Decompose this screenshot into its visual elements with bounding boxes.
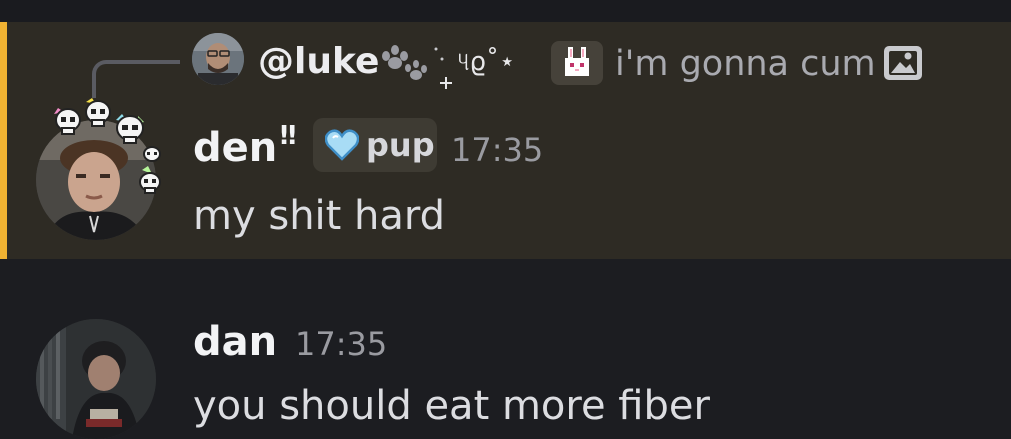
author-name-dan[interactable]: dan bbox=[193, 316, 277, 368]
avatar-den[interactable] bbox=[28, 98, 170, 246]
server-tag-label: pup bbox=[366, 126, 435, 164]
reply-deco-glyphs: ୳ϱ˚⋆ bbox=[458, 47, 516, 77]
author-name-den[interactable]: den bbox=[193, 122, 277, 174]
avatar-dan-image bbox=[36, 319, 156, 439]
image-attachment-icon bbox=[882, 44, 924, 82]
mention-highlight-bar bbox=[0, 22, 7, 259]
message-content-dan[interactable]: you should eat more fiber bbox=[193, 380, 710, 432]
reply-content[interactable]: i'm gonna cum bbox=[615, 38, 876, 90]
reply-spine bbox=[92, 60, 180, 98]
skull-decoration-icon bbox=[54, 98, 161, 194]
blue-heart-icon bbox=[325, 129, 359, 161]
author-suffix-den: ‼ bbox=[280, 121, 297, 151]
server-tag-pup[interactable]: pup bbox=[313, 118, 437, 172]
reply-avatar-image bbox=[192, 33, 244, 85]
timestamp-dan[interactable]: 17:35 bbox=[295, 322, 387, 366]
reply-author-decoration: ୳ϱ˚⋆ bbox=[372, 38, 540, 92]
timestamp-den[interactable]: 17:35 bbox=[451, 128, 543, 172]
reply-avatar[interactable] bbox=[192, 33, 244, 85]
reply-author-name[interactable]: @luke bbox=[258, 36, 379, 88]
top-strip bbox=[0, 0, 1011, 22]
bunny-icon bbox=[551, 41, 603, 85]
avatar-dan[interactable] bbox=[36, 319, 156, 439]
message-content-den[interactable]: my shit hard bbox=[193, 190, 445, 242]
